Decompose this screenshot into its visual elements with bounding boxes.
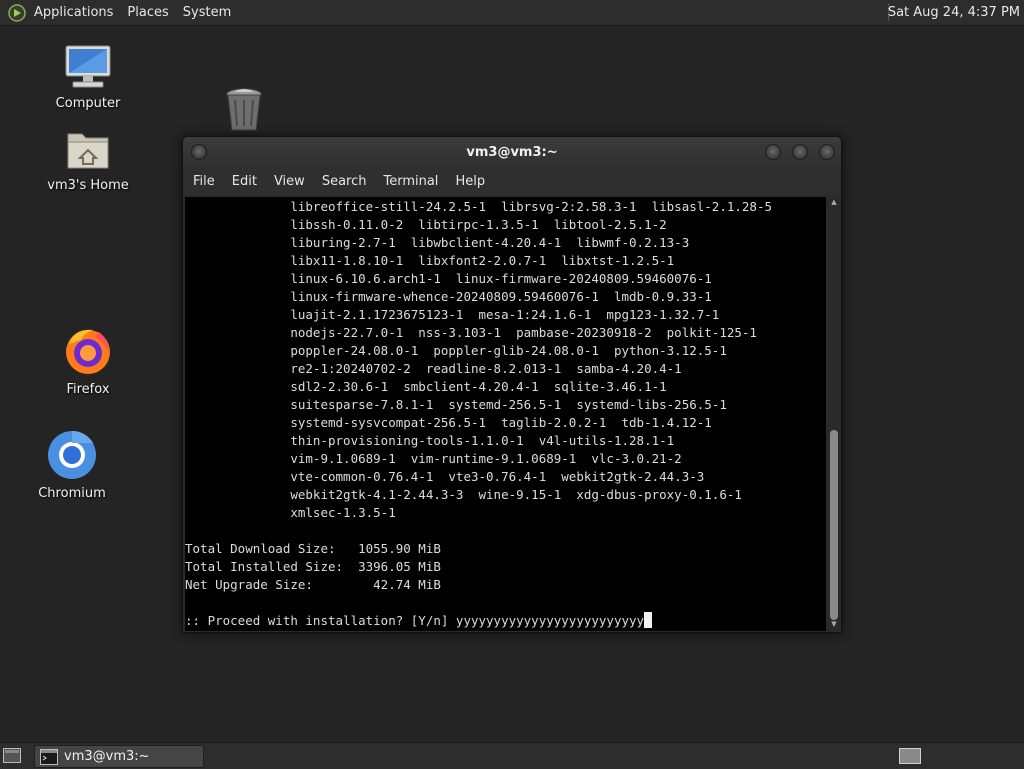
terminal-line: libreoffice-still-24.2.5-1 librsvg-2:2.5… [185,199,772,214]
top-panel: Applications Places System Sat Aug 24, 4… [0,0,1024,26]
scroll-down-arrow[interactable]: ▼ [830,621,838,628]
terminal-icon [40,748,58,765]
terminal-line: linux-6.10.6.arch1-1 linux-firmware-2024… [185,271,712,286]
desktop-icon-computer[interactable]: Computer [40,44,136,111]
trash-icon [226,88,262,131]
terminal-line: systemd-sysvcompat-256.5-1 taglib-2.0.2-… [185,415,712,430]
desktop-icon-label: vm3's Home [47,178,129,193]
chromium-icon [48,430,96,479]
terminal-line: nodejs-22.7.0-1 nss-3.103-1 pambase-2023… [185,325,757,340]
menu-edit[interactable]: Edit [232,174,257,189]
places-menu[interactable]: Places [127,5,168,20]
system-menu[interactable]: System [183,5,231,20]
menu-file[interactable]: File [193,174,215,189]
show-desktop-icon[interactable] [3,748,21,763]
workspace-switcher[interactable] [899,748,921,764]
applications-menu[interactable]: Applications [34,5,113,20]
menu-help[interactable]: Help [455,174,485,189]
home-folder-icon [67,133,109,169]
terminal-window: vm3@vm3:~ File Edit View Search Terminal… [182,136,842,633]
minimize-button[interactable] [765,144,781,160]
scrollbar-thumb[interactable] [830,430,838,620]
applications-menu-icon[interactable] [8,3,26,22]
terminal-line: Net Upgrade Size: 42.74 MiB [185,577,441,592]
bottom-panel: vm3@vm3:~ [0,742,1024,769]
computer-icon [65,45,111,88]
terminal-scrollbar[interactable]: ▲ ▼ [828,197,840,631]
terminal-line: :: Proceed with installation? [Y/n] yyyy… [185,612,826,630]
desktop-icon-firefox[interactable]: Firefox [40,326,136,397]
firefox-icon [66,329,110,374]
scroll-up-arrow[interactable]: ▲ [830,199,838,206]
desktop-icon-home[interactable]: vm3's Home [40,128,136,193]
terminal-line: thin-provisioning-tools-1.1.0-1 v4l-util… [185,433,675,448]
maximize-button[interactable] [792,144,808,160]
terminal-line: sdl2-2.30.6-1 smbclient-4.20.4-1 sqlite-… [185,379,667,394]
terminal-line: libssh-0.11.0-2 libtirpc-1.3.5-1 libtool… [185,217,667,232]
desktop-icon-label: Chromium [38,486,106,501]
terminal-line: linux-firmware-whence-20240809.59460076-… [185,289,712,304]
menu-terminal[interactable]: Terminal [383,174,438,189]
terminal-line: re2-1:20240702-2 readline-8.2.013-1 samb… [185,361,682,376]
terminal-line: poppler-24.08.0-1 poppler-glib-24.08.0-1… [185,343,727,358]
terminal-line: libx11-1.8.10-1 libxfont2-2.0.7-1 libxts… [185,253,675,268]
terminal-menubar: File Edit View Search Terminal Help [183,168,841,195]
terminal-line: Total Download Size: 1055.90 MiB [185,541,441,556]
close-button[interactable] [819,144,835,160]
taskbar-button-terminal[interactable]: vm3@vm3:~ [34,745,204,768]
terminal-line: xmlsec-1.3.5-1 [185,505,396,520]
terminal-titlebar[interactable]: vm3@vm3:~ [183,137,841,168]
terminal-line: liburing-2.7-1 libwbclient-4.20.4-1 libw… [185,235,690,250]
terminal-line: Total Installed Size: 3396.05 MiB [185,559,441,574]
desktop-icon-label: Computer [55,96,121,111]
terminal-text: libreoffice-still-24.2.5-1 librsvg-2:2.5… [185,198,826,630]
desktop-icon-label: Firefox [66,382,110,397]
terminal-line: vim-9.1.0689-1 vim-runtime-9.1.0689-1 vl… [185,451,682,466]
terminal-line: vte-common-0.76.4-1 vte3-0.76.4-1 webkit… [185,469,705,484]
terminal-line: luajit-2.1.1723675123-1 mesa-1:24.1.6-1 … [185,307,720,322]
menu-view[interactable]: View [274,174,305,189]
terminal-cursor [644,612,653,628]
menu-search[interactable]: Search [322,174,367,189]
terminal-line: webkit2gtk-4.1-2.44.3-3 wine-9.15-1 xdg-… [185,487,742,502]
clock[interactable]: Sat Aug 24, 4:37 PM [888,0,1020,25]
desktop-icon-chromium[interactable]: Chromium [24,430,120,501]
terminal-output[interactable]: libreoffice-still-24.2.5-1 librsvg-2:2.5… [185,197,826,631]
terminal-line: suitesparse-7.8.1-1 systemd-256.5-1 syst… [185,397,727,412]
window-title: vm3@vm3:~ [466,145,558,160]
desktop-icon-trash[interactable] [196,86,292,138]
taskbar-button-label: vm3@vm3:~ [64,749,150,764]
